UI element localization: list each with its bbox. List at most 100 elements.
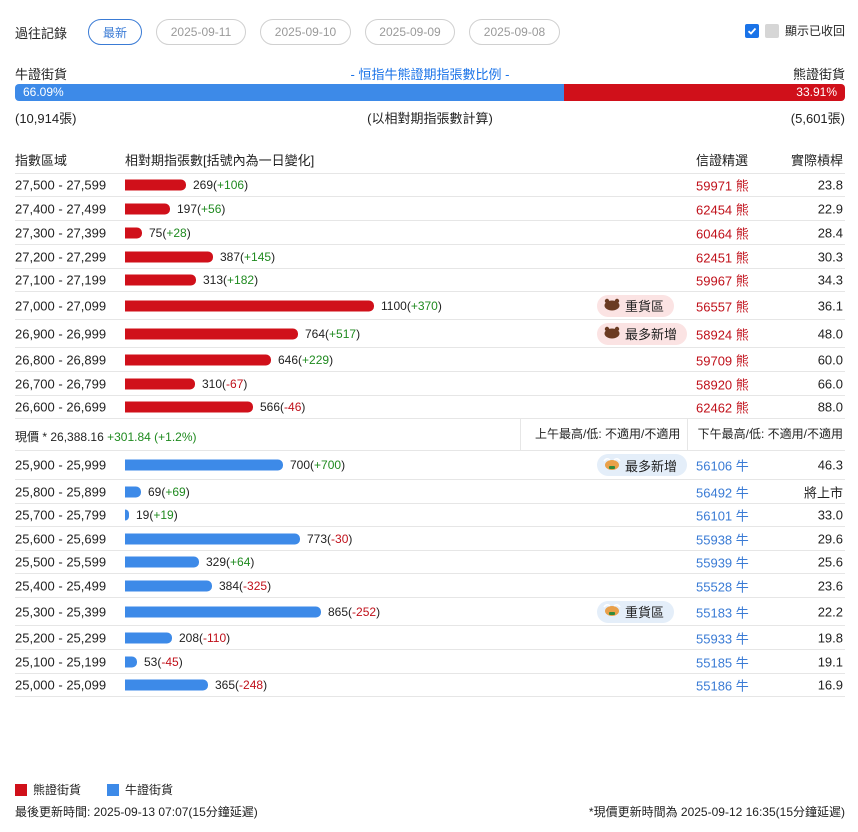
warrant-code-link[interactable]: 56557 熊 (696, 296, 749, 315)
most-added-tag: 最多新增 (597, 454, 688, 476)
tab-latest[interactable]: 最新 (88, 19, 142, 45)
checkbox-checked-icon[interactable] (744, 23, 759, 38)
tag-label: 最多新增 (625, 458, 678, 474)
leverage-value: 23.8 (817, 177, 843, 193)
warrant-code-link[interactable]: 58924 熊 (696, 324, 749, 343)
warrant-code-link[interactable]: 55186 牛 (696, 676, 749, 695)
leverage-value: 19.8 (817, 630, 843, 645)
contracts-count: 384 (219, 578, 240, 593)
warrant-code-link[interactable]: 56101 牛 (696, 506, 749, 525)
bear-contracts-bar (125, 401, 253, 413)
cbbc-distribution-table: 指數區域 相對期指張數[括號內為一日變化] 信證精選 實際槓桿 27,500 -… (15, 146, 845, 697)
contracts-value: 310(-67) (202, 376, 248, 391)
warrant-code-link[interactable]: 62451 熊 (696, 247, 749, 266)
leverage-value: 22.9 (817, 201, 843, 216)
table-row: 25,700 - 25,799 19(+19) 56101 牛 33.0 (15, 504, 845, 527)
contracts-count: 313 (203, 273, 224, 287)
legend-bear-label: 熊證街貨 (33, 783, 82, 797)
contracts-value: 365(-248) (215, 678, 268, 692)
warrant-code-link[interactable]: 58920 熊 (696, 374, 749, 393)
warrant-code-link[interactable]: 55185 牛 (696, 652, 749, 671)
contracts-change: -67 (226, 376, 244, 391)
tab-date[interactable]: 2025-09-10 (260, 19, 351, 45)
contracts-count: 773 (307, 531, 328, 546)
legend: 熊證街貨 牛證街貨 (15, 781, 173, 798)
table-row: 27,000 - 27,099 1100(+370) 重貨區 56557 熊 36.1 (15, 292, 845, 320)
leverage-value: 30.3 (817, 249, 843, 264)
table-row: 27,400 - 27,499 197(+56) 62454 熊 22.9 (15, 197, 845, 221)
warrant-code-link[interactable]: 59709 熊 (696, 350, 749, 369)
table-row: 27,300 - 27,399 75(+28) 60464 熊 28.4 (15, 221, 845, 245)
warrant-code-link[interactable]: 62462 熊 (696, 398, 749, 417)
contracts-value: 269(+106) (193, 178, 249, 192)
warrant-code-link[interactable]: 59971 熊 (696, 176, 749, 195)
contracts-change: +700 (314, 458, 342, 472)
contracts-count: 197 (177, 201, 198, 216)
tab-date[interactable]: 2025-09-11 (156, 19, 246, 45)
contracts-value: 566(-46) (260, 400, 306, 414)
index-range: 25,700 - 25,799 (15, 507, 107, 523)
contracts-value: 53(-45) (144, 654, 183, 669)
warrant-code-link[interactable]: 56492 牛 (696, 482, 749, 501)
bear-contracts-bar (125, 227, 142, 238)
bear-swatch (15, 783, 27, 796)
contracts-count: 365 (215, 678, 236, 692)
tag-label: 重貨區 (625, 299, 665, 314)
index-range: 27,100 - 27,199 (15, 272, 107, 288)
contracts-change: -46 (284, 400, 302, 414)
show-recalled-toggle[interactable]: 顯示已收回 (744, 22, 845, 39)
tab-date[interactable]: 2025-09-09 (365, 19, 455, 45)
warrant-code-link[interactable]: 55183 牛 (696, 602, 749, 621)
bear-label: 熊證街貨 (792, 67, 845, 82)
table-row: 25,900 - 25,999 700(+700) 最多新增 56106 牛 46.3 (15, 451, 845, 480)
last-update-time: 最後更新時間: 2025-09-13 07:07(15分鐘延遲) (15, 805, 258, 819)
most-added-tag: 最多新增 (597, 322, 688, 345)
bull-contracts-bar (125, 509, 129, 521)
price-value: 26,388.16 (50, 430, 104, 444)
contracts-value: 865(-252) (328, 604, 381, 619)
leverage-value: 19.1 (817, 654, 843, 669)
contracts-change: -325 (243, 578, 268, 593)
bull-contracts-bar (125, 632, 172, 643)
bull-icon (603, 457, 621, 474)
contracts-change: +69 (165, 484, 186, 499)
index-range: 27,200 - 27,299 (15, 249, 107, 264)
contracts-value: 773(-30) (307, 531, 353, 546)
contracts-change: +106 (217, 178, 245, 192)
contracts-value: 208(-110) (179, 630, 231, 645)
contracts-count: 53 (144, 654, 158, 669)
bull-contracts-bar (125, 556, 199, 568)
table-row: 25,200 - 25,299 208(-110) 55933 牛 19.8 (15, 626, 845, 650)
warrant-code-link[interactable]: 62454 熊 (696, 199, 749, 218)
price-label: 現價 * (15, 430, 48, 444)
current-price: 現價 * 26,388.16 +301.84 (+1.2%) (15, 428, 197, 445)
contracts-value: 19(+19) (136, 508, 178, 522)
bull-contracts-bar (125, 533, 300, 544)
bull-contracts-bar (125, 459, 283, 471)
warrant-code-link[interactable]: 55939 牛 (696, 553, 749, 572)
warrant-code-link[interactable]: 60464 熊 (696, 223, 749, 242)
table-row: 26,900 - 26,999 764(+517) 最多新增 58924 熊 48.0 (15, 320, 845, 348)
warrant-code-link[interactable]: 55528 牛 (696, 576, 749, 595)
warrant-code-link[interactable]: 59967 熊 (696, 271, 749, 290)
leverage-value: 48.0 (817, 326, 843, 341)
index-range: 26,900 - 26,999 (15, 326, 107, 341)
checkbox-unchecked-icon[interactable] (764, 23, 779, 38)
table-header: 指數區域 相對期指張數[括號內為一日變化] 信證精選 實際槓桿 (15, 146, 845, 174)
warrant-code-link[interactable]: 55933 牛 (696, 628, 749, 647)
bear-contracts-bar (125, 203, 170, 214)
bear-contracts-bar (125, 274, 196, 286)
bull-contracts-bar (125, 679, 208, 691)
leverage-value: 36.1 (817, 298, 843, 313)
contracts-count: 865 (328, 604, 349, 619)
warrant-code-link[interactable]: 56106 牛 (696, 456, 749, 475)
tab-date[interactable]: 2025-09-08 (469, 19, 560, 45)
bear-contracts-bar (125, 179, 186, 191)
contracts-value: 69(+69) (148, 484, 190, 499)
warrant-code-link[interactable]: 55938 牛 (696, 529, 749, 548)
contracts-change: -248 (239, 678, 264, 692)
table-row: 26,600 - 26,699 566(-46) 62462 熊 88.0 (15, 396, 845, 419)
contracts-change: -252 (352, 604, 377, 619)
contracts-value: 764(+517) (305, 326, 361, 341)
contracts-value: 387(+145) (220, 249, 276, 264)
